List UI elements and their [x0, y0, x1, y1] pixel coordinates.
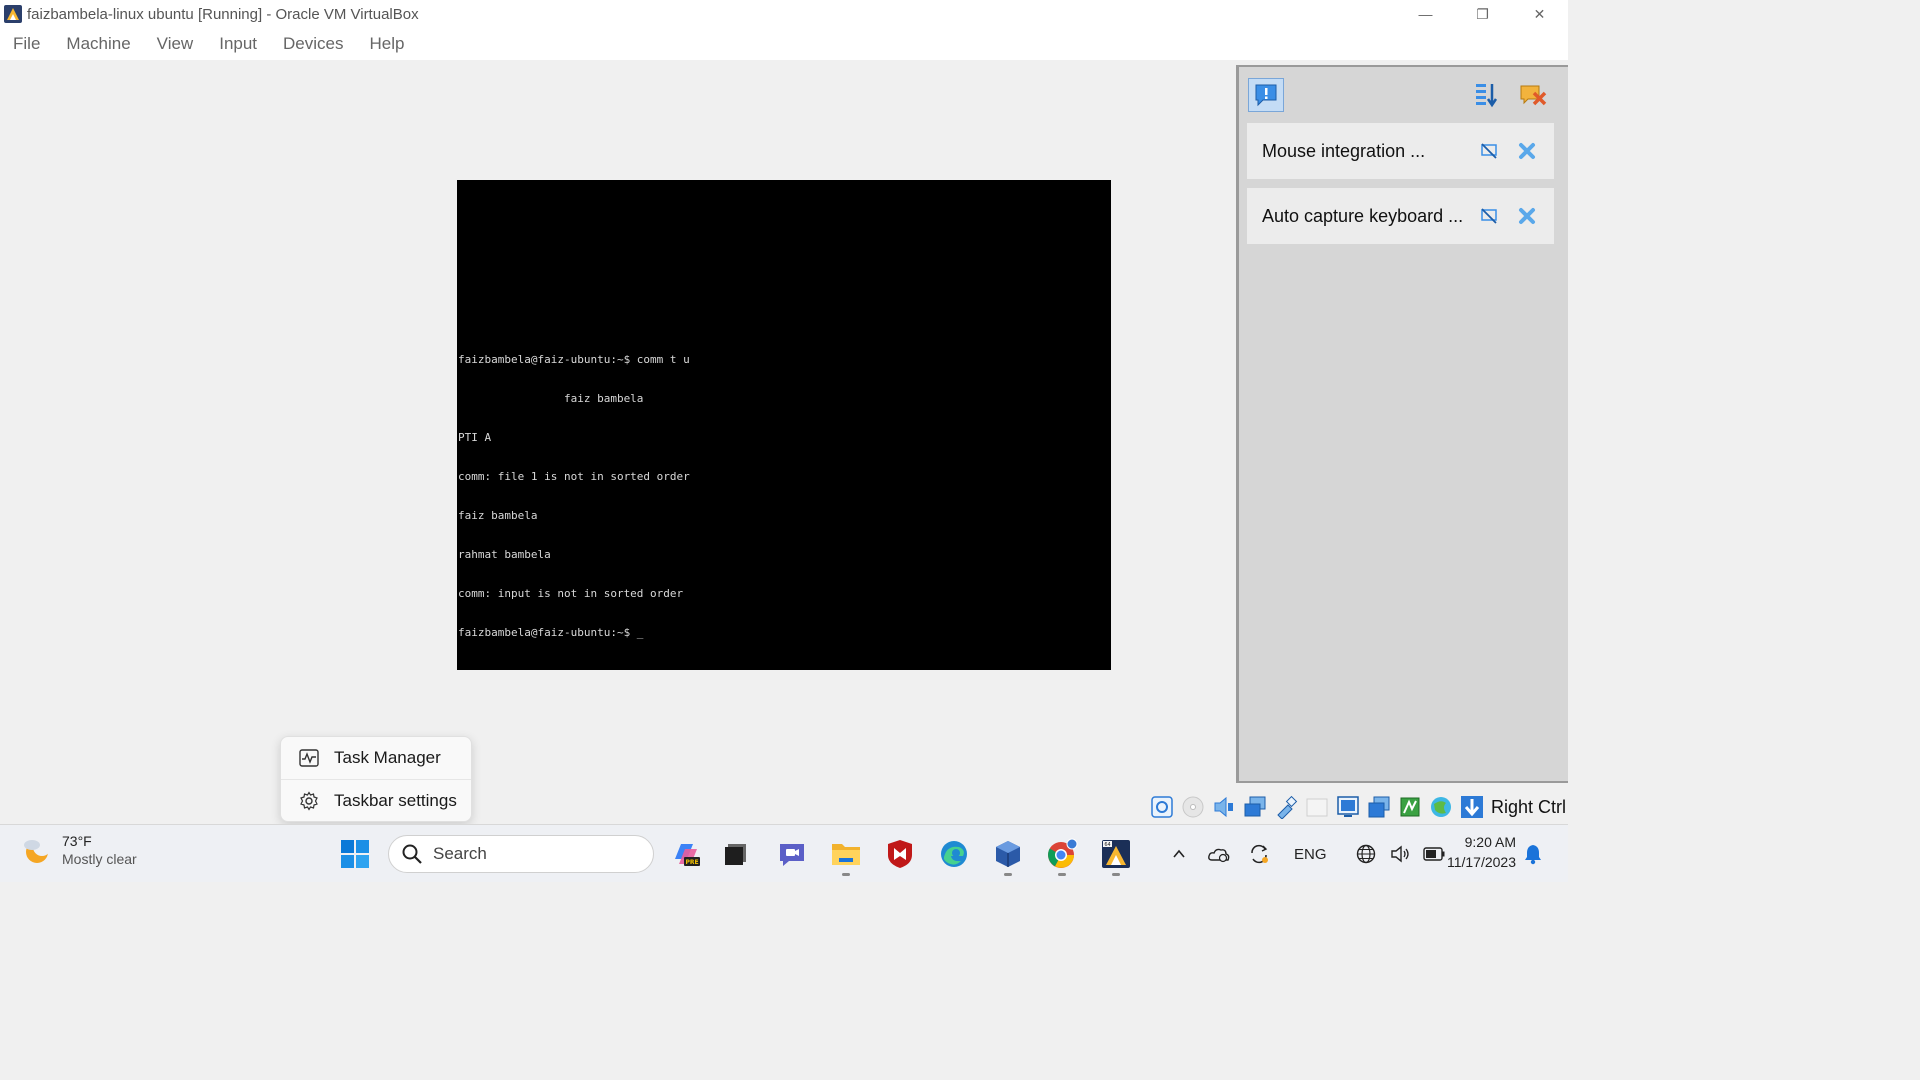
weather-temperature: 73°F	[62, 833, 92, 849]
cpu-icon[interactable]	[1396, 794, 1423, 821]
sync-icon[interactable]	[1246, 841, 1272, 867]
virtualbox-manager-icon[interactable]	[991, 837, 1025, 876]
windows-taskbar: 73°F Mostly clear Search PRE 64 ENG 9:20…	[0, 824, 1568, 882]
network-icon[interactable]	[1241, 794, 1268, 821]
restore-button[interactable]: ❐	[1454, 0, 1511, 28]
recording-icon[interactable]	[1365, 794, 1392, 821]
virtualbox-app-icon	[4, 5, 22, 23]
search-placeholder: Search	[433, 844, 487, 863]
volume-icon[interactable]	[1387, 841, 1413, 867]
title-bar: faizbambela-linux ubuntu [Running] - Ora…	[0, 0, 1568, 28]
close-button[interactable]: ✕	[1511, 0, 1568, 28]
onedrive-sync-icon[interactable]	[1206, 841, 1232, 867]
mcafee-icon[interactable]	[883, 837, 917, 871]
menu-help[interactable]: Help	[357, 34, 418, 54]
console-line: PTI A	[458, 431, 492, 444]
moon-cloud-icon	[24, 838, 51, 863]
notification-bell-icon[interactable]	[1522, 843, 1544, 865]
weather-condition: Mostly clear	[62, 851, 137, 867]
console-line: faiz bambela	[458, 509, 538, 522]
menu-item-taskbar-settings[interactable]: Taskbar settings	[281, 779, 471, 821]
file-explorer-icon[interactable]	[829, 837, 863, 876]
menu-view[interactable]: View	[144, 34, 207, 54]
display-icon[interactable]	[1334, 794, 1361, 821]
guest-additions-icon[interactable]	[1427, 794, 1454, 821]
window-title: faizbambela-linux ubuntu [Running] - Ora…	[27, 5, 419, 23]
taskbar-context-menu: Task Manager Taskbar settings	[280, 736, 472, 822]
audio-icon[interactable]	[1210, 794, 1237, 821]
windows-start-icon[interactable]	[340, 839, 370, 869]
notification-label: Mouse integration ...	[1262, 140, 1426, 161]
usb-icon[interactable]	[1272, 794, 1299, 821]
minimize-button[interactable]: —	[1397, 0, 1454, 28]
notification-label: Auto capture keyboard ...	[1262, 205, 1464, 226]
console-line: faizbambela@faiz-ubuntu:~$ _	[458, 626, 644, 639]
input-language[interactable]: ENG	[1294, 846, 1327, 863]
clock-time: 9:20 AM	[1464, 834, 1516, 850]
keyboard-capture-icon[interactable]	[1458, 794, 1485, 821]
svg-text:64: 64	[1104, 842, 1110, 848]
chrome-icon[interactable]	[1045, 837, 1079, 876]
shared-folders-icon[interactable]	[1303, 794, 1330, 821]
clock-date: 11/17/2023	[1446, 854, 1516, 870]
close-notification-icon[interactable]	[1516, 205, 1538, 227]
menu-item-label: Taskbar settings	[334, 790, 457, 810]
vm-status-bar: Right Ctrl	[1148, 792, 1566, 822]
console-line: comm: file 1 is not in sorted order	[458, 470, 690, 483]
do-not-show-again-icon[interactable]	[1478, 140, 1500, 162]
notification-center-toggle-icon[interactable]	[1248, 78, 1284, 112]
edge-icon[interactable]	[937, 837, 971, 871]
console-line: faiz bambela	[458, 392, 644, 405]
weather-widget[interactable]: 73°F Mostly clear	[20, 833, 137, 867]
console-line: faizbambela@faiz-ubuntu:~$ comm t u	[458, 353, 690, 366]
menu-item-task-manager[interactable]: Task Manager	[281, 737, 471, 779]
taskbar-search-box[interactable]: Search	[388, 835, 654, 873]
show-hidden-icons-chevron-icon[interactable]	[1166, 841, 1192, 867]
console-output: faizbambela@faiz-ubuntu:~$ comm t u faiz…	[458, 327, 690, 665]
notification-center-panel: Mouse integration ... Auto capture keybo…	[1236, 65, 1568, 783]
console-line: rahmat bambela	[458, 548, 551, 561]
teams-chat-icon[interactable]	[775, 837, 809, 871]
notification-card-mouse-integration[interactable]: Mouse integration ...	[1247, 123, 1554, 179]
search-icon	[402, 844, 422, 864]
menu-input[interactable]: Input	[206, 34, 270, 54]
notification-card-auto-capture-keyboard[interactable]: Auto capture keyboard ...	[1247, 188, 1554, 244]
optical-drive-icon[interactable]	[1179, 794, 1206, 821]
vm-console-screen[interactable]: faizbambela@faiz-ubuntu:~$ comm t u faiz…	[457, 180, 1111, 670]
virtualbox-vm-icon[interactable]: 64	[1099, 837, 1133, 876]
hard-disk-icon[interactable]	[1148, 794, 1175, 821]
task-manager-icon	[299, 748, 319, 768]
menu-bar: File Machine View Input Devices Help	[0, 28, 1568, 60]
menu-devices[interactable]: Devices	[270, 34, 356, 54]
network-globe-icon[interactable]	[1353, 841, 1379, 867]
close-notification-icon[interactable]	[1516, 140, 1538, 162]
do-not-show-again-icon[interactable]	[1478, 205, 1500, 227]
svg-text:PRE: PRE	[685, 859, 698, 866]
console-line: comm: input is not in sorted order	[458, 587, 684, 600]
system-tray: ENG	[1166, 825, 1447, 883]
dismiss-all-icon[interactable]	[1515, 78, 1551, 112]
terminal-icon[interactable]	[719, 837, 753, 871]
menu-item-label: Task Manager	[334, 748, 441, 767]
menu-machine[interactable]: Machine	[53, 34, 143, 54]
sort-notifications-icon[interactable]	[1469, 78, 1505, 112]
host-key-label: Right Ctrl	[1491, 796, 1567, 817]
copilot-icon[interactable]: PRE	[669, 837, 703, 871]
settings-gear-icon	[299, 790, 319, 811]
system-clock[interactable]: 9:20 AM 11/17/2023	[1432, 834, 1516, 870]
menu-file[interactable]: File	[0, 34, 53, 54]
